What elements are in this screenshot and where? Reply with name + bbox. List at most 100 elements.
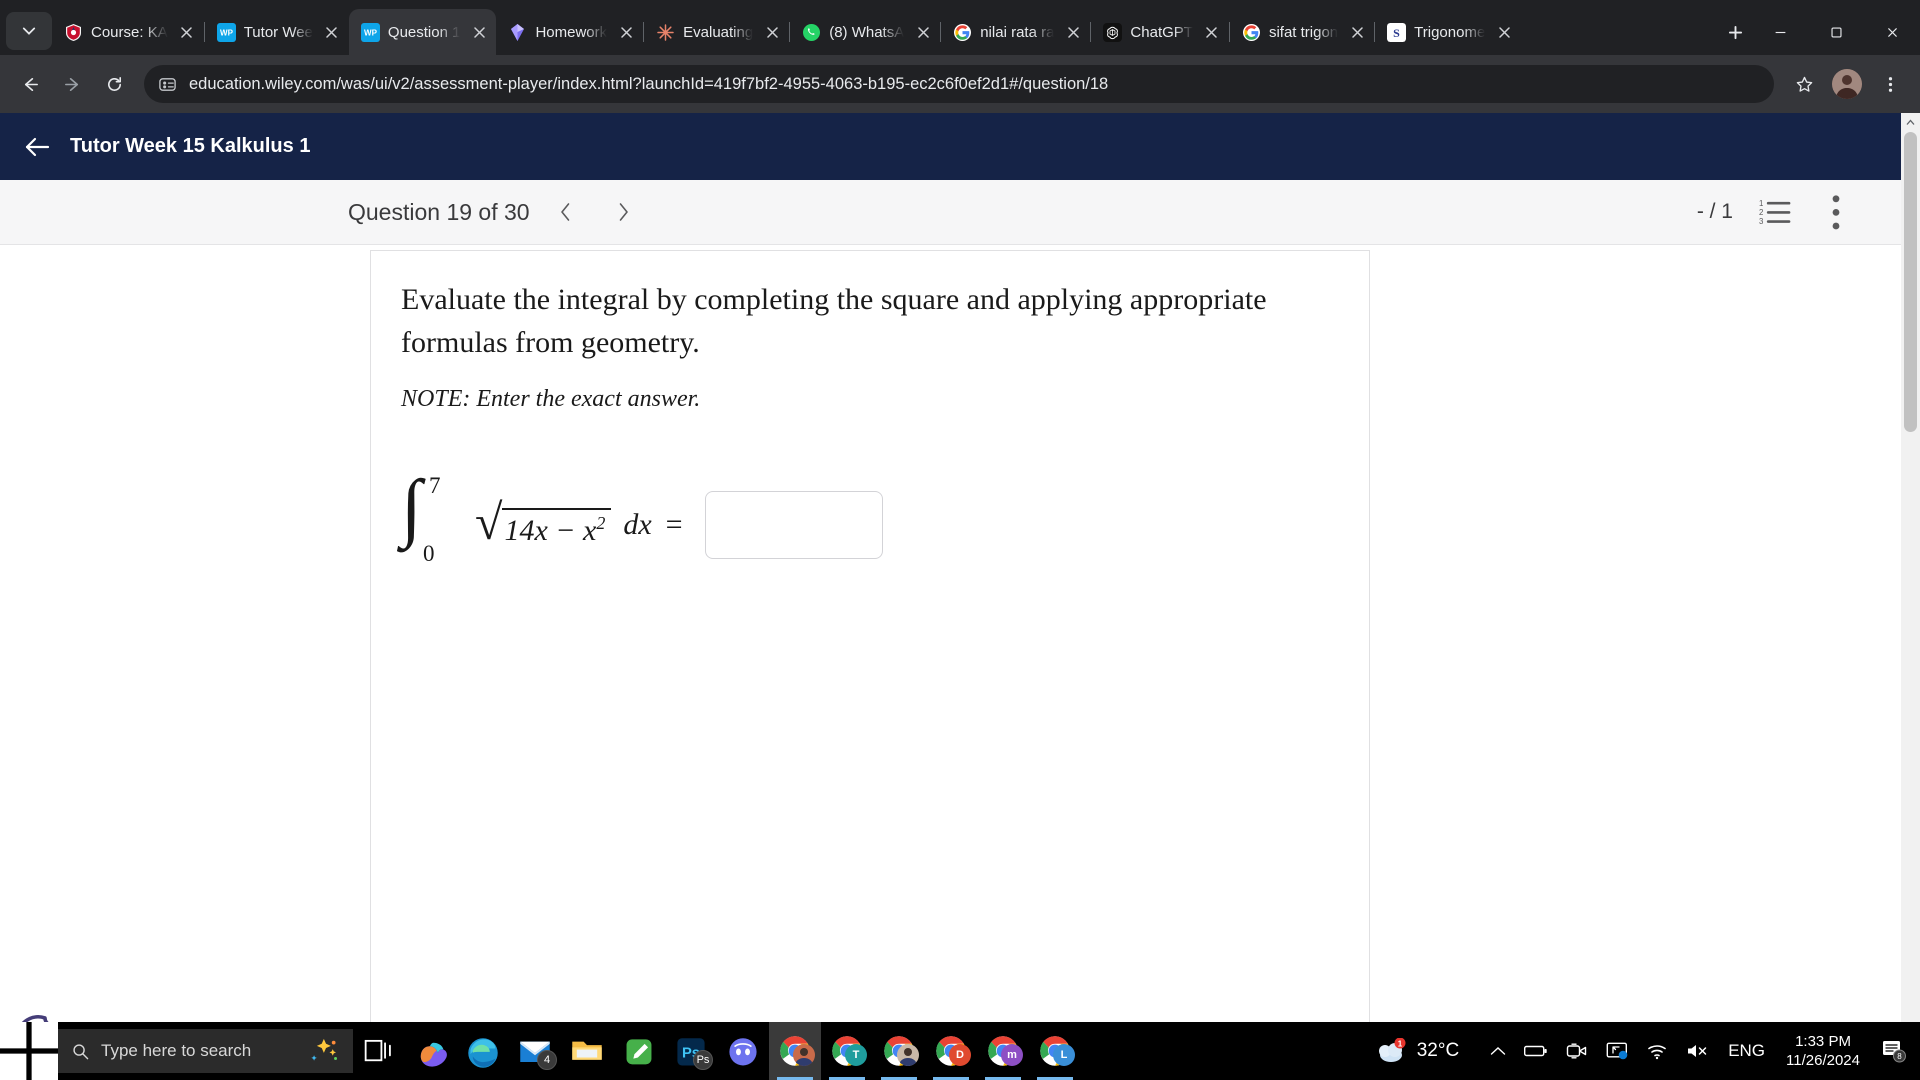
- next-question-button[interactable]: [602, 190, 646, 234]
- taskbar-file-explorer-icon[interactable]: [561, 1022, 613, 1080]
- tab-close-icon[interactable]: [468, 21, 490, 43]
- taskbar-photoshop-icon[interactable]: Ps Ps: [665, 1022, 717, 1080]
- question-card: Evaluate the integral by completing the …: [370, 250, 1370, 1080]
- integral-symbol: ∫ 7 0: [401, 469, 463, 575]
- tab-close-icon[interactable]: [176, 21, 198, 43]
- screen-share-icon[interactable]: [1597, 1022, 1637, 1080]
- more-options-icon[interactable]: [1819, 195, 1853, 230]
- integral-upper-limit: 7: [429, 473, 441, 499]
- scroll-up-arrow[interactable]: [1901, 113, 1920, 132]
- previous-question-button[interactable]: [544, 190, 588, 234]
- browser-tab[interactable]: WP Question 1: [348, 9, 497, 55]
- wiley-icon: WP: [216, 22, 236, 42]
- openai-icon: [1103, 22, 1123, 42]
- browser-chrome: Course: KA WP Tutor Wee WP Question 1 Homewor…: [0, 0, 1920, 113]
- browser-menu-icon[interactable]: [1870, 64, 1910, 104]
- answer-input[interactable]: [704, 491, 883, 560]
- tab-close-icon[interactable]: [1346, 21, 1368, 43]
- new-tab-button[interactable]: [1718, 15, 1752, 49]
- tab-close-icon[interactable]: [321, 21, 343, 43]
- equals-sign: =: [665, 508, 683, 542]
- reload-icon[interactable]: [94, 64, 134, 104]
- taskbar-mail-icon[interactable]: 4: [509, 1022, 561, 1080]
- close-icon[interactable]: [1864, 9, 1920, 55]
- address-bar[interactable]: education.wiley.com/was/ui/v2/assessment…: [144, 65, 1774, 103]
- browser-tab[interactable]: ChatGPT: [1091, 9, 1229, 55]
- volume-muted-icon[interactable]: [1677, 1022, 1719, 1080]
- tab-close-icon[interactable]: [1062, 21, 1084, 43]
- tab-close-icon[interactable]: [761, 21, 783, 43]
- tab-close-icon[interactable]: [912, 21, 934, 43]
- taskbar-discord-icon[interactable]: [717, 1022, 769, 1080]
- numbered-list-icon[interactable]: 1 2 3: [1759, 195, 1793, 229]
- browser-tab[interactable]: Evaluating: [644, 9, 789, 55]
- bookmark-star-icon[interactable]: [1784, 64, 1824, 104]
- taskbar-chrome-profile-1-icon[interactable]: [769, 1022, 821, 1080]
- claude-icon: [656, 23, 675, 42]
- square-root: √ 14x − x2: [475, 497, 612, 548]
- taskbar-task-view-icon[interactable]: [353, 1022, 405, 1080]
- battery-icon[interactable]: [1515, 1022, 1557, 1080]
- notification-center-icon[interactable]: 8: [1872, 1022, 1916, 1080]
- chrome-profile-badge: m: [1001, 1044, 1023, 1066]
- browser-toolbar: education.wiley.com/was/ui/v2/assessment…: [0, 55, 1920, 113]
- symbolab-icon: S: [1387, 22, 1407, 42]
- browser-tab[interactable]: Course: KA: [52, 9, 204, 55]
- clock-time: 1:33 PM: [1795, 1032, 1851, 1050]
- taskbar-chrome-profile-t-icon[interactable]: T: [821, 1022, 873, 1080]
- page-scrollbar[interactable]: [1901, 113, 1920, 1080]
- taskbar-chrome-profile-m-icon[interactable]: m: [977, 1022, 1029, 1080]
- clock[interactable]: 1:33 PM 11/26/2024: [1774, 1032, 1872, 1070]
- taskbar-badge: Ps: [693, 1050, 713, 1070]
- site-settings-icon[interactable]: [158, 75, 177, 94]
- taskbar-microsoft-edge-icon[interactable]: [457, 1022, 509, 1080]
- show-hidden-icons-chevron[interactable]: [1481, 1022, 1515, 1080]
- browser-tab[interactable]: nilai rata ra: [941, 9, 1090, 55]
- radicand: 14x − x2: [502, 508, 612, 548]
- minimize-icon[interactable]: [1752, 9, 1808, 55]
- question-bar-actions: - / 1 1 2 3: [1697, 195, 1853, 230]
- back-icon[interactable]: [10, 64, 50, 104]
- url-text: education.wiley.com/was/ui/v2/assessment…: [189, 74, 1109, 93]
- chrome-profile-badge: L: [1053, 1044, 1075, 1066]
- taskbar-onenote-icon[interactable]: [613, 1022, 665, 1080]
- tab-title: nilai rata ra: [980, 23, 1055, 41]
- wifi-icon[interactable]: [1637, 1022, 1677, 1080]
- tab-search-icon[interactable]: [6, 12, 52, 50]
- start-button-icon[interactable]: [0, 1022, 58, 1080]
- browser-tab[interactable]: WP Tutor Wee: [205, 9, 349, 55]
- taskbar-chrome-profile-l-icon[interactable]: L: [1029, 1022, 1081, 1080]
- language-indicator[interactable]: ENG: [1719, 1022, 1774, 1080]
- browser-tab[interactable]: S Trigonome: [1375, 9, 1521, 55]
- svg-text:WP: WP: [364, 28, 378, 37]
- tab-title: Tutor Wee: [243, 23, 313, 41]
- weather-widget[interactable]: 1: [1365, 1022, 1408, 1080]
- tab-title: Trigonome: [1414, 23, 1486, 41]
- profile-avatar-icon[interactable]: [1832, 69, 1862, 99]
- integral-glyph: ∫: [401, 465, 422, 550]
- question-prompt: Evaluate the integral by completing the …: [401, 283, 1267, 359]
- tab-close-icon[interactable]: [1201, 21, 1223, 43]
- wiley-icon: WP: [360, 22, 380, 42]
- page-viewport: Tutor Week 15 Kalkulus 1 Question 19 of …: [0, 113, 1920, 1080]
- taskbar-search[interactable]: Type here to search: [58, 1029, 353, 1073]
- camera-icon[interactable]: [1557, 1022, 1597, 1080]
- svg-text:2: 2: [1759, 208, 1763, 217]
- maximize-icon[interactable]: [1808, 9, 1864, 55]
- taskbar-copilot-icon[interactable]: [405, 1022, 457, 1080]
- back-arrow-icon[interactable]: [22, 132, 52, 162]
- tab-title: ChatGPT: [1130, 23, 1193, 41]
- browser-tab[interactable]: (8) WhatsA: [790, 9, 940, 55]
- browser-tab[interactable]: sifat trigon: [1230, 9, 1374, 55]
- tab-close-icon[interactable]: [615, 21, 637, 43]
- question-note: NOTE: Enter the exact answer.: [401, 386, 701, 413]
- taskbar-chrome-profile-2-icon[interactable]: [873, 1022, 925, 1080]
- differential: dx: [623, 508, 652, 542]
- question-content-area: Evaluate the integral by completing the …: [0, 245, 1901, 1080]
- taskbar-chrome-profile-d-icon[interactable]: D: [925, 1022, 977, 1080]
- browser-tab[interactable]: Homework: [496, 9, 643, 55]
- forward-icon[interactable]: [52, 64, 92, 104]
- tab-close-icon[interactable]: [1493, 21, 1515, 43]
- chrome-profile-badge: [793, 1044, 815, 1066]
- scrollbar-thumb[interactable]: [1904, 132, 1917, 432]
